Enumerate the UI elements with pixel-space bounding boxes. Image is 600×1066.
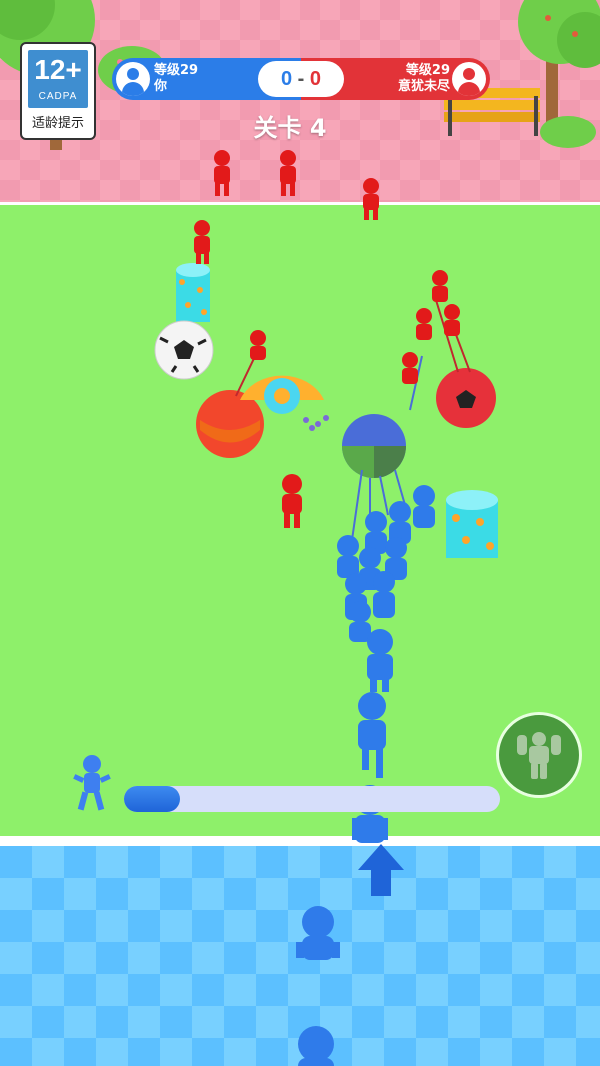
player-avatar-icon	[116, 62, 150, 96]
level-title: 关卡 4	[253, 114, 327, 142]
opponent-avatar-icon	[452, 62, 486, 96]
team-ball-icon	[342, 414, 406, 478]
red-player-icon	[444, 304, 460, 336]
runner-icon	[73, 755, 111, 811]
blue-player-icon	[296, 906, 340, 960]
blue-player-icon	[349, 601, 371, 642]
power-up-button[interactable]	[496, 712, 582, 798]
progress-fill	[124, 786, 180, 812]
opponent-level: 等级29	[405, 63, 450, 78]
orange-ball-icon	[196, 390, 264, 458]
blue-player-icon	[358, 692, 386, 778]
red-player-icon	[280, 150, 296, 196]
blue-player-icon	[298, 1026, 334, 1066]
progress-bar	[124, 786, 500, 812]
up-arrow-icon[interactable]	[356, 842, 406, 898]
red-player-icon	[363, 178, 379, 220]
spiked-cylinder-icon	[446, 490, 498, 558]
age-rating-org: CADPA	[38, 91, 78, 102]
blue-crowd	[296, 485, 435, 1066]
scene-layer	[0, 0, 600, 1066]
strongman-icon	[517, 732, 561, 779]
score-left: 0	[280, 68, 293, 90]
red-player-icon	[432, 270, 448, 302]
age-rating-number: 12+	[34, 54, 82, 85]
red-ball-icon	[436, 368, 496, 428]
red-players	[194, 150, 460, 528]
player-level: 等级29	[154, 63, 199, 78]
red-player-icon	[402, 352, 418, 384]
opponent-name: 意犹未尽	[397, 79, 450, 94]
age-rating-box: 12+ CADPA	[28, 50, 88, 108]
soccer-ball-icon	[154, 320, 214, 380]
blue-player-icon	[337, 535, 359, 578]
player-name: 你	[154, 79, 168, 94]
blue-player-icon	[389, 501, 411, 544]
blue-player-icon	[367, 629, 393, 692]
score-right: 0	[309, 68, 322, 90]
scoreboard: 等级29 你 等级29 意犹未尽 0 - 0	[112, 58, 490, 100]
red-player-icon	[194, 220, 210, 264]
score-pill: 0 - 0	[258, 61, 344, 97]
score-separator: -	[297, 68, 305, 90]
red-player-icon	[282, 474, 302, 528]
red-player-icon	[250, 330, 266, 360]
red-player-icon	[416, 308, 432, 340]
red-player-icon	[214, 150, 230, 196]
blue-player-icon	[373, 571, 395, 618]
spiked-cylinder-icon	[176, 263, 210, 322]
blue-player-icon	[413, 485, 435, 528]
